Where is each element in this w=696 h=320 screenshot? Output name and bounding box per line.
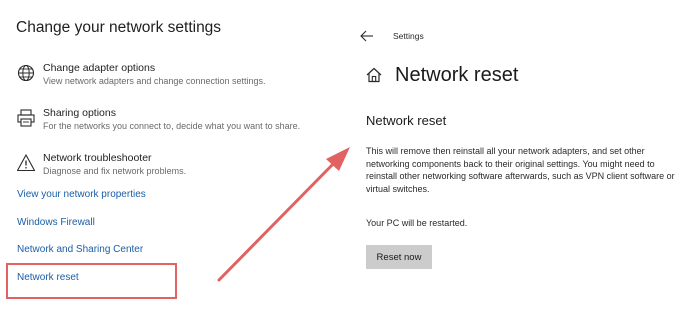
network-sharing-center-link[interactable]: Network and Sharing Center: [17, 244, 143, 255]
option-title: Change adapter options: [43, 62, 156, 74]
reset-now-button[interactable]: Reset now: [366, 245, 432, 269]
option-description: Diagnose and fix network problems.: [43, 166, 187, 176]
view-network-properties-link[interactable]: View your network properties: [17, 189, 146, 200]
home-icon: [366, 67, 382, 83]
back-arrow-icon[interactable]: [359, 29, 375, 43]
reset-description: This will remove then reinstall all your…: [366, 146, 675, 194]
restart-notice: Your PC will be restarted.: [366, 218, 468, 228]
breadcrumb-settings: Settings: [393, 31, 424, 41]
windows-firewall-link[interactable]: Windows Firewall: [17, 217, 95, 228]
left-panel-title: Change your network settings: [16, 19, 222, 36]
option-description: View network adapters and change connect…: [43, 76, 266, 86]
screenshot-canvas: Change your network settings Change adap…: [0, 0, 696, 320]
section-title: Network reset: [366, 113, 447, 128]
option-title: Network troubleshooter: [43, 152, 152, 164]
warning-icon: [16, 154, 36, 172]
printer-icon: [17, 109, 35, 127]
adapter-icon: [17, 64, 35, 82]
page-title: Network reset: [395, 64, 519, 86]
option-title: Sharing options: [43, 107, 116, 119]
option-description: For the networks you connect to, decide …: [43, 121, 301, 131]
highlight-box: [6, 263, 177, 299]
